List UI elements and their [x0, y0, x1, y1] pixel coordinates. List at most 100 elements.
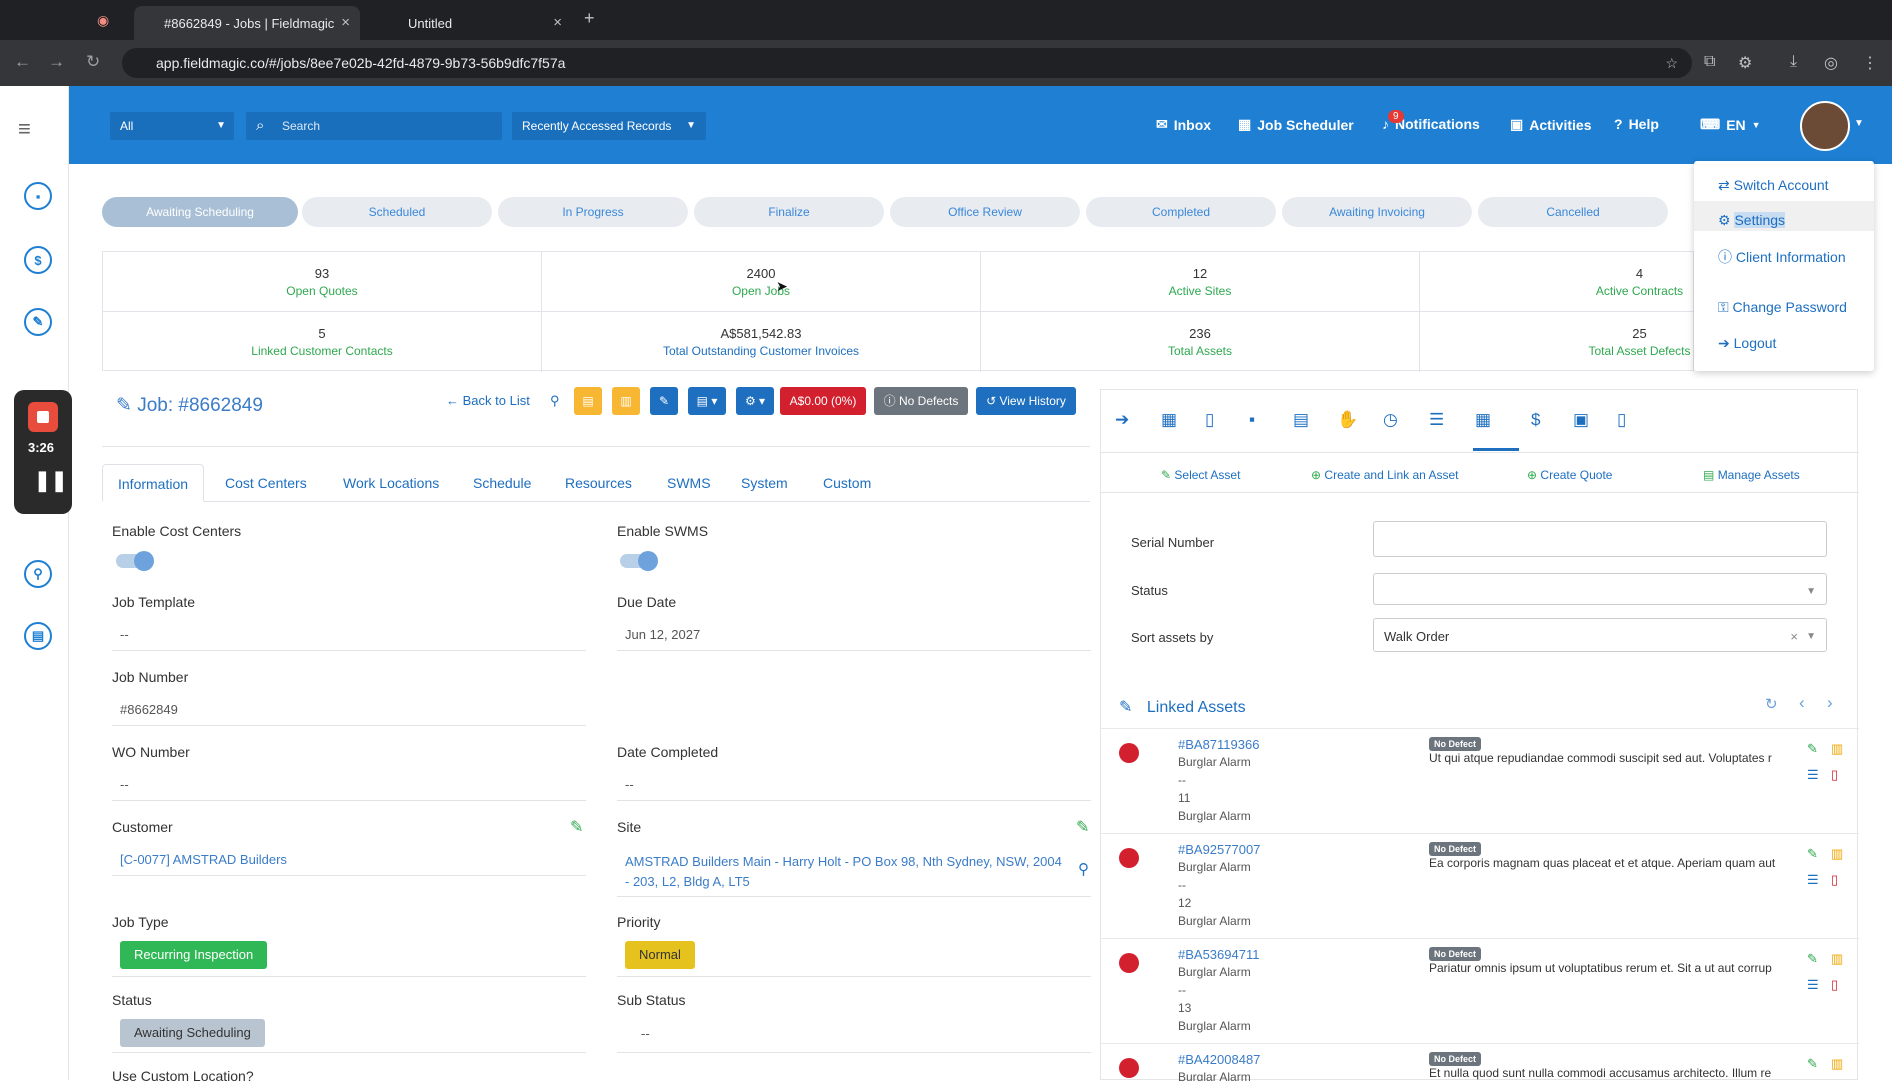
manage-assets-link[interactable]: ▤ Manage Assets [1703, 468, 1800, 482]
back-icon[interactable]: ← [14, 52, 31, 72]
edit-customer-icon[interactable]: ✎ [570, 817, 583, 837]
swms-toggle[interactable] [620, 551, 658, 571]
asset-row[interactable]: #BA92577007 Burglar Alarm -- 12 Burglar … [1101, 833, 1859, 937]
address-bar[interactable]: app.fieldmagic.co/#/jobs/8ee7e02b-42fd-4… [122, 48, 1692, 78]
trash-icon[interactable]: ▥ [1831, 1056, 1843, 1072]
stage-cancelled[interactable]: Cancelled [1478, 197, 1668, 227]
more-icon[interactable]: ⋮ [1862, 53, 1878, 73]
asset-id-link[interactable]: #BA53694711 [1178, 947, 1259, 962]
date-completed-value[interactable]: -- [617, 777, 1091, 801]
pdf-icon[interactable]: ▯ [1831, 872, 1838, 888]
dollar-icon[interactable]: $ [24, 246, 52, 274]
report-icon[interactable]: ▤ [24, 622, 52, 650]
serial-number-input[interactable] [1373, 521, 1827, 557]
tab-cost-centers[interactable]: Cost Centers [210, 464, 322, 502]
due-date-value[interactable]: Jun 12, 2027 [617, 627, 1091, 651]
contact-icon[interactable]: ▪ [1249, 410, 1255, 430]
record-icon[interactable]: ◉ [97, 12, 109, 29]
trash-icon[interactable]: ▥ [1831, 846, 1843, 862]
stage-awaiting-scheduling[interactable]: Awaiting Scheduling [102, 197, 298, 227]
recent-records-select[interactable]: Recently Accessed Records ▼ [512, 112, 706, 140]
stage-awaiting-invoicing[interactable]: Awaiting Invoicing [1282, 197, 1472, 227]
download-icon[interactable]: ⤓ [1790, 53, 1797, 71]
dollar-icon[interactable]: $ [1531, 410, 1540, 430]
asset-id-link[interactable]: #BA42008487 [1178, 1052, 1260, 1067]
bag-icon[interactable]: ▣ [1573, 410, 1589, 430]
prev-page-icon[interactable]: ‹ [1799, 693, 1805, 713]
cost-centers-toggle[interactable] [116, 551, 154, 571]
document-dropdown-button[interactable]: ▤ ▾ [688, 387, 726, 415]
clock-icon[interactable]: ◷ [1383, 410, 1398, 430]
priority-pill[interactable]: Normal [625, 941, 695, 969]
pause-icon[interactable]: ❚❚ [34, 468, 68, 493]
list-icon[interactable]: ▤ [1293, 410, 1309, 430]
language-select[interactable]: ⌨ EN ▼ [1700, 116, 1761, 133]
filter-select[interactable]: All ▼ [110, 112, 234, 140]
close-tab-icon[interactable]: × [341, 14, 350, 31]
calendar-icon[interactable]: ▦ [1161, 410, 1177, 430]
stat-outstanding-invoices[interactable]: A$581,542.83 Total Outstanding Customer I… [542, 312, 981, 372]
trash-icon[interactable]: ▥ [1831, 741, 1843, 757]
job-type-pill[interactable]: Recurring Inspection [120, 941, 268, 969]
checklist-icon[interactable]: ☰ [1429, 410, 1444, 430]
close-tab-icon[interactable]: × [553, 14, 562, 31]
arrow-right-icon[interactable]: ➔ [1115, 410, 1129, 430]
asset-id-link[interactable]: #BA87119366 [1178, 737, 1259, 752]
stage-completed[interactable]: Completed [1086, 197, 1276, 227]
refresh-icon[interactable]: ↻ [1765, 695, 1778, 713]
list-icon[interactable]: ☰ [1807, 977, 1819, 993]
star-icon[interactable]: ☆ [1665, 48, 1678, 78]
calendar-active-icon[interactable]: ▦ [1475, 410, 1491, 430]
status-pill[interactable]: Awaiting Scheduling [120, 1019, 265, 1047]
wrench-icon[interactable]: ✎ [24, 308, 52, 336]
view-history-button[interactable]: ↺ View History [976, 387, 1076, 415]
avatar-caret-icon[interactable]: ▼ [1854, 118, 1864, 129]
pdf-icon[interactable]: ▯ [1831, 767, 1838, 783]
stat-linked-contacts[interactable]: 5 Linked Customer Contacts [103, 312, 542, 372]
stat-total-assets[interactable]: 236 Total Assets [981, 312, 1420, 372]
map-pin-icon[interactable]: ⚲ [1078, 860, 1089, 878]
nav-job-scheduler[interactable]: ▦ Job Scheduler [1238, 116, 1354, 133]
next-page-icon[interactable]: › [1827, 693, 1833, 713]
reload-icon[interactable]: ↻ [86, 52, 100, 72]
nav-activities[interactable]: ▣ Activities [1510, 116, 1591, 133]
stat-open-quotes[interactable]: 93 Open Quotes [103, 252, 542, 312]
edit-icon[interactable]: ✎ [1807, 846, 1818, 862]
stage-finalize[interactable]: Finalize [694, 197, 884, 227]
edit-site-icon[interactable]: ✎ [1076, 817, 1089, 837]
browser-tab-jobs[interactable]: #8662849 - Jobs | Fieldmagic × [134, 6, 360, 40]
create-link-asset-link[interactable]: ⊕ Create and Link an Asset [1311, 468, 1459, 482]
asset-row[interactable]: #BA53694711 Burglar Alarm -- 13 Burglar … [1101, 938, 1859, 1042]
list-icon[interactable]: ☰ [1807, 872, 1819, 888]
file-icon[interactable]: ▯ [1205, 410, 1214, 430]
edit-icon[interactable]: ✎ [1807, 951, 1818, 967]
stat-open-jobs[interactable]: 2400 Open Jobs [542, 252, 981, 312]
tab-custom[interactable]: Custom [808, 464, 886, 502]
sort-select[interactable]: Walk Order × ▼ [1373, 618, 1827, 652]
tab-information[interactable]: Information [102, 464, 205, 502]
tab-swms[interactable]: SWMS [652, 464, 726, 502]
handshake-icon[interactable]: ✋ [1337, 410, 1358, 430]
asset-id-link[interactable]: #BA92577007 [1178, 842, 1260, 857]
pin-icon[interactable]: ⚲ [550, 393, 560, 409]
menu-change-password[interactable]: ⚿ Change Password [1718, 299, 1847, 316]
tab-system[interactable]: System [726, 464, 803, 502]
extension-icon[interactable]: ⧉ [1704, 53, 1715, 71]
edit-icon[interactable]: ✎ [1807, 741, 1818, 757]
search-input[interactable]: ⌕ Search [246, 112, 502, 140]
settings-dropdown-button[interactable]: ⚙ ▾ [736, 387, 774, 415]
asset-row[interactable]: #BA42008487 Burglar Alarm No Defect Et n… [1101, 1043, 1859, 1081]
stage-in-progress[interactable]: In Progress [498, 197, 688, 227]
puzzle-icon[interactable]: ⚙ [1738, 53, 1752, 73]
workflow-icon[interactable]: ⚲ [24, 560, 52, 588]
tab-schedule[interactable]: Schedule [458, 464, 546, 502]
nav-help[interactable]: ? Help [1614, 116, 1659, 132]
menu-client-information[interactable]: ⓘ Client Information [1718, 247, 1846, 267]
clear-icon[interactable]: × [1790, 619, 1798, 655]
menu-logout[interactable]: ➔ Logout [1718, 335, 1776, 352]
tab-resources[interactable]: Resources [550, 464, 647, 502]
contacts-icon[interactable]: ▪ [24, 182, 52, 210]
status-filter-select[interactable]: ▼ [1373, 573, 1827, 605]
delete-button[interactable]: ▥ [612, 387, 640, 415]
pdf-icon[interactable]: ▯ [1831, 977, 1838, 993]
